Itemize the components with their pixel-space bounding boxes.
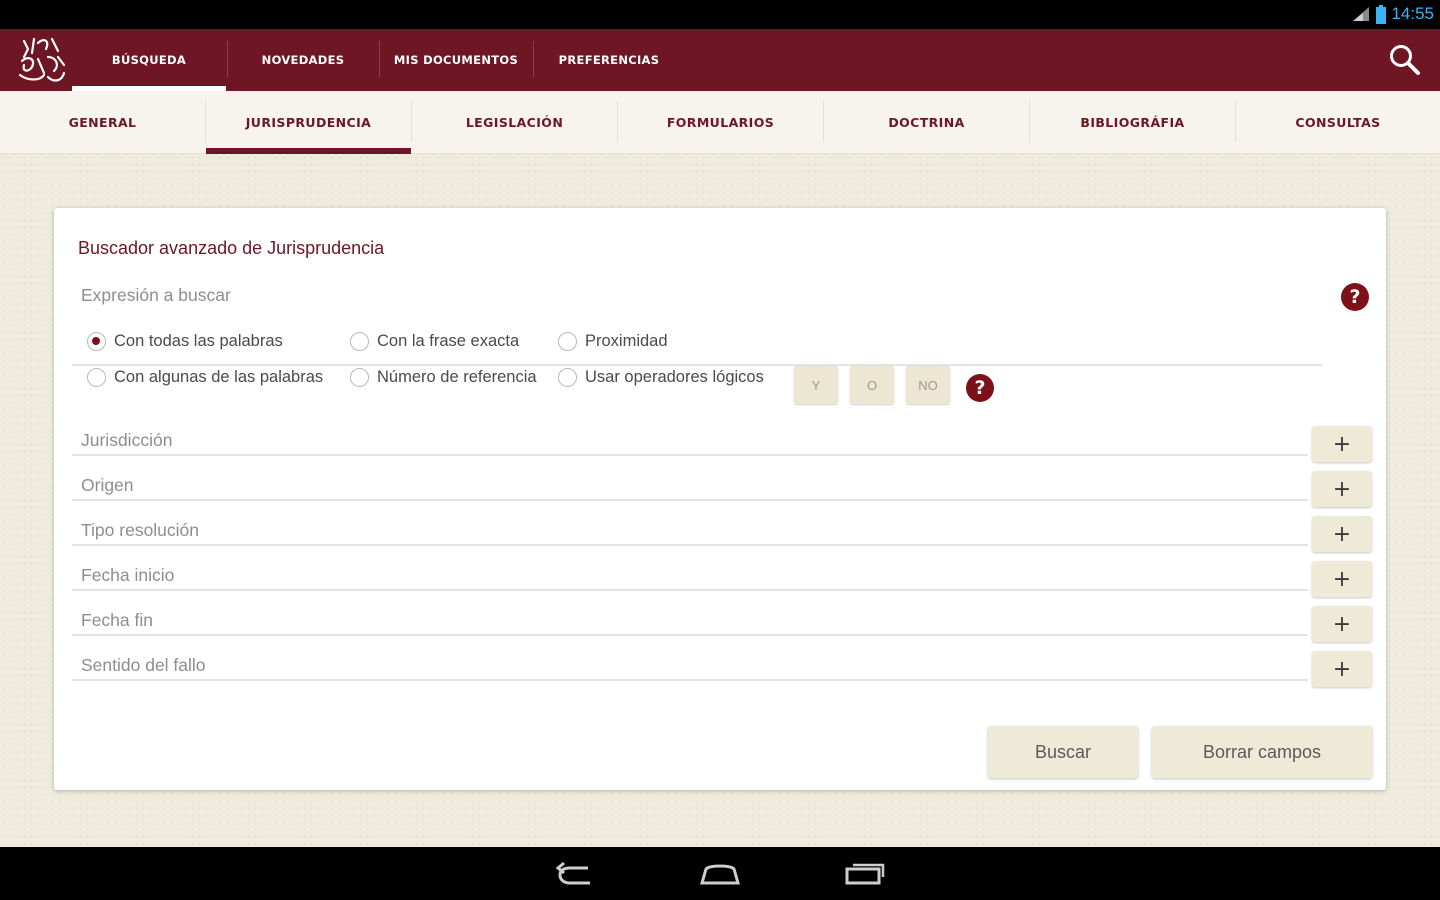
radio-exact-phrase-label: Con la frase exacta	[377, 332, 520, 350]
radio-reference-number-control[interactable]	[350, 368, 369, 387]
expression-placeholder: Expresión a buscar	[81, 285, 231, 305]
content-area: Buscador avanzado de Jurisprudencia Expr…	[0, 154, 1440, 847]
tab-legislacion[interactable]: LEGISLACIÓN	[412, 91, 617, 154]
search-form-card: Buscador avanzado de Jurisprudencia Expr…	[54, 208, 1386, 790]
tab-bibliografia[interactable]: BIBLIOGRÁFIA	[1030, 91, 1235, 154]
operators-help-icon[interactable]: ?	[966, 374, 994, 402]
search-icon[interactable]	[1388, 43, 1422, 77]
search-button[interactable]: Buscar	[988, 726, 1138, 778]
add-origen-button[interactable]: +	[1312, 471, 1372, 507]
home-icon[interactable]	[698, 859, 742, 889]
filter-jurisdiccion[interactable]	[72, 422, 1308, 456]
tab-preferencias-label: PREFERENCIAS	[558, 53, 660, 67]
radio-some-words-label: Con algunas de las palabras	[114, 368, 324, 386]
filter-fecha-fin[interactable]	[72, 602, 1308, 636]
filter-origen[interactable]	[72, 467, 1308, 501]
filter-jurisdiccion-label: Jurisdicción	[81, 430, 173, 450]
expression-help-icon[interactable]: ?	[1341, 283, 1369, 311]
tab-doctrina[interactable]: DOCTRINA	[824, 91, 1029, 154]
status-icons: 14:55	[1351, 3, 1434, 25]
radio-reference-number-label: Número de referencia	[377, 368, 537, 386]
tab-novedades[interactable]: NOVEDADES	[228, 29, 378, 91]
status-time: 14:55	[1391, 4, 1434, 23]
tab-legislacion-label: LEGISLACIÓN	[465, 115, 564, 130]
radio-all-words-label: Con todas las palabras	[114, 332, 283, 350]
recent-apps-icon[interactable]	[843, 859, 887, 889]
add-jurisdiccion-button[interactable]: +	[1312, 426, 1372, 462]
tab-general[interactable]: GENERAL	[0, 91, 205, 154]
section-tabs: GENERAL JURISPRUDENCIA LEGISLACIÓN FORMU…	[0, 91, 1440, 154]
radio-exact-phrase-control[interactable]	[350, 332, 369, 351]
tab-formularios[interactable]: FORMULARIOS	[618, 91, 823, 154]
radio-proximity-control[interactable]	[558, 332, 577, 351]
back-icon[interactable]	[554, 859, 598, 889]
operator-and-button[interactable]: Y	[794, 366, 838, 404]
tab-consultas[interactable]: CONSULTAS	[1236, 91, 1440, 154]
battery-icon	[1376, 4, 1387, 24]
tab-bibliografia-label: BIBLIOGRÁFIA	[1080, 115, 1185, 130]
radio-all-words-control[interactable]	[87, 332, 106, 351]
expression-input[interactable]	[72, 292, 1322, 366]
add-tipo-resolucion-button[interactable]: +	[1312, 516, 1372, 552]
clear-fields-button[interactable]: Borrar campos	[1152, 726, 1372, 778]
add-fecha-inicio-button[interactable]: +	[1312, 561, 1372, 597]
tab-formularios-label: FORMULARIOS	[666, 115, 775, 130]
signal-icon	[1353, 7, 1370, 21]
operator-not-button[interactable]: NO	[906, 366, 950, 404]
radio-proximity-label: Proximidad	[585, 332, 668, 350]
operator-or-button[interactable]: O	[850, 366, 894, 404]
radio-exact-phrase[interactable]: Con la frase exacta	[350, 332, 519, 351]
tab-mis-documentos[interactable]: MIS DOCUMENTOS	[380, 29, 532, 91]
tab-consultas-label: CONSULTAS	[1295, 115, 1381, 130]
form-title: Buscador avanzado de Jurisprudencia	[78, 238, 385, 258]
filter-fecha-inicio[interactable]	[72, 557, 1308, 591]
tab-busqueda-label: BÚSQUEDA	[111, 53, 187, 67]
tab-preferencias[interactable]: PREFERENCIAS	[534, 29, 684, 91]
status-bar: 14:55	[0, 0, 1440, 29]
filter-sentido-fallo[interactable]	[72, 647, 1308, 681]
radio-logical-operators[interactable]: Usar operadores lógicos	[558, 368, 764, 387]
radio-reference-number[interactable]: Número de referencia	[350, 368, 537, 387]
filter-tipo-resolucion[interactable]	[72, 512, 1308, 546]
filter-origen-label: Origen	[81, 475, 134, 495]
filter-tipo-resolucion-label: Tipo resolución	[81, 520, 200, 540]
radio-all-words[interactable]: Con todas las palabras	[87, 332, 283, 351]
radio-logical-operators-label: Usar operadores lógicos	[585, 368, 764, 386]
tab-jurisprudencia[interactable]: JURISPRUDENCIA	[206, 91, 411, 154]
tab-jurisprudencia-label: JURISPRUDENCIA	[245, 115, 372, 130]
radio-some-words[interactable]: Con algunas de las palabras	[87, 368, 323, 387]
tab-general-label: GENERAL	[68, 115, 137, 130]
add-fecha-fin-button[interactable]: +	[1312, 606, 1372, 642]
tab-novedades-label: NOVEDADES	[261, 53, 345, 67]
radio-proximity[interactable]: Proximidad	[558, 332, 668, 351]
system-nav-bar	[0, 847, 1440, 900]
tab-mis-documentos-label: MIS DOCUMENTOS	[393, 53, 519, 67]
app-bar: BÚSQUEDA NOVEDADES MIS DOCUMENTOS PREFER…	[0, 29, 1440, 91]
tab-busqueda[interactable]: BÚSQUEDA	[72, 29, 226, 91]
tab-doctrina-label: DOCTRINA	[888, 115, 965, 130]
radio-some-words-control[interactable]	[87, 368, 106, 387]
filter-fecha-inicio-label: Fecha inicio	[81, 565, 175, 585]
add-sentido-fallo-button[interactable]: +	[1312, 651, 1372, 687]
filter-fecha-fin-label: Fecha fin	[81, 610, 153, 630]
filter-sentido-fallo-label: Sentido del fallo	[81, 655, 206, 675]
radio-logical-operators-control[interactable]	[558, 368, 577, 387]
app-logo[interactable]	[14, 35, 70, 87]
